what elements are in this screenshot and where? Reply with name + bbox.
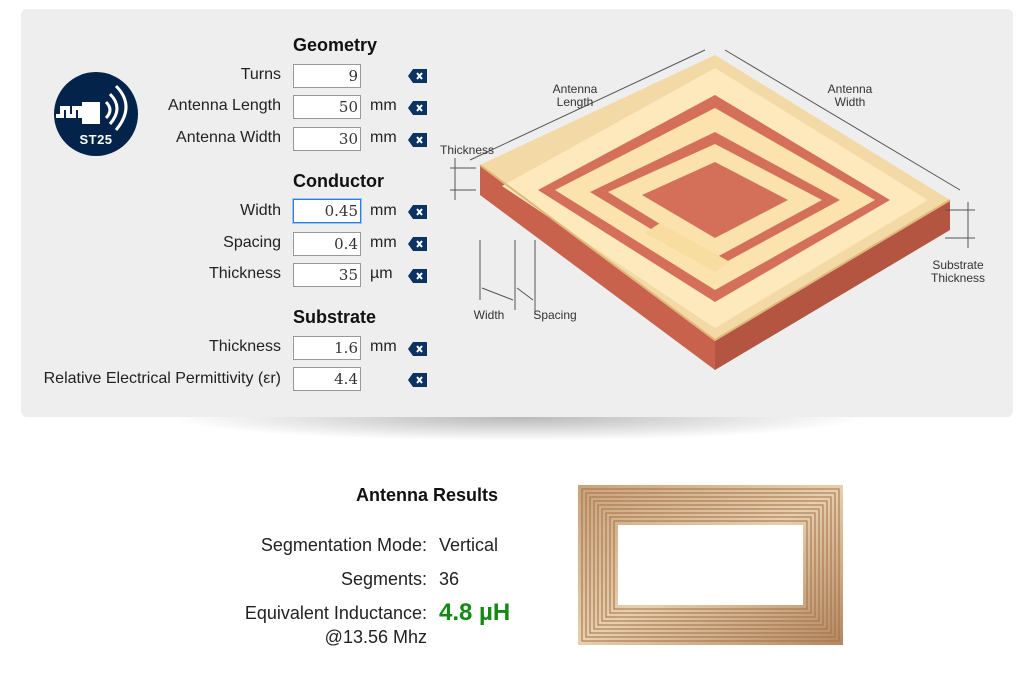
antenna-3d-diagram	[450, 49, 975, 370]
clear-spacing-icon[interactable]	[408, 237, 427, 251]
logo-text: ST25	[79, 132, 113, 147]
inductance-value: 4.8 µH	[439, 599, 511, 626]
antenna-preview	[578, 485, 843, 645]
conductor-width-input[interactable]	[293, 199, 361, 223]
clear-permittivity-icon[interactable]	[408, 373, 427, 387]
substrate-thickness-label: Thickness	[208, 338, 281, 355]
clear-conductor-width-icon[interactable]	[408, 205, 427, 219]
clear-conductor-thickness-icon[interactable]	[408, 269, 427, 283]
conductor-width-unit: mm	[370, 202, 397, 219]
diagram-antenna-length-label: Antenna Length	[552, 82, 598, 109]
substrate-title: Substrate	[293, 307, 377, 327]
segments-label: Segments:	[340, 569, 427, 589]
clear-turns-icon[interactable]	[408, 69, 427, 83]
spacing-label: Spacing	[223, 234, 281, 251]
conductor-width-label: Width	[240, 202, 281, 219]
segmentation-mode-label: Segmentation Mode:	[260, 535, 427, 555]
antenna-center-window	[618, 525, 803, 605]
geometry-title: Geometry	[293, 35, 378, 55]
antenna-width-label: Antenna Width	[176, 129, 281, 146]
clear-substrate-thickness-icon[interactable]	[408, 342, 427, 356]
clear-antenna-width-icon[interactable]	[408, 133, 427, 147]
spacing-unit: mm	[370, 234, 397, 251]
nfc-antenna-icon	[56, 84, 128, 131]
inductance-frequency-label: @13.56 Mhz	[324, 627, 427, 647]
diagram-substrate-thickness-label: Substrate Thickness	[930, 258, 986, 285]
diagram-thickness-label: Thickness	[439, 143, 495, 157]
diagram-width-label: Width	[473, 308, 505, 322]
turns-input[interactable]	[293, 64, 361, 88]
permittivity-input[interactable]	[293, 367, 361, 391]
inductance-label: Equivalent Inductance:	[244, 603, 427, 623]
antenna-length-input[interactable]	[293, 95, 361, 119]
panel-shadow	[20, 417, 1014, 451]
conductor-thickness-input[interactable]	[293, 263, 361, 287]
conductor-thickness-unit: µm	[370, 265, 393, 282]
antenna-width-unit: mm	[370, 129, 397, 146]
st25-logo: ST25	[54, 72, 138, 156]
segmentation-mode-value: Vertical	[439, 535, 499, 555]
substrate-thickness-unit: mm	[370, 338, 397, 355]
segments-value: 36	[439, 569, 460, 589]
antenna-length-unit: mm	[370, 97, 397, 114]
antenna-length-label: Antenna Length	[168, 97, 281, 114]
spacing-input[interactable]	[293, 232, 361, 256]
clear-antenna-length-icon[interactable]	[408, 101, 427, 115]
conductor-title: Conductor	[293, 171, 384, 191]
diagram-spacing-label: Spacing	[533, 308, 577, 322]
turns-label: Turns	[240, 66, 281, 83]
permittivity-label: Relative Electrical Permittivity (εr)	[43, 370, 281, 387]
substrate-thickness-input[interactable]	[293, 336, 361, 360]
diagram-antenna-width-label: Antenna Width	[827, 82, 873, 109]
conductor-thickness-label: Thickness	[208, 265, 281, 282]
antenna-width-input[interactable]	[293, 127, 361, 151]
results-title: Antenna Results	[356, 485, 499, 505]
